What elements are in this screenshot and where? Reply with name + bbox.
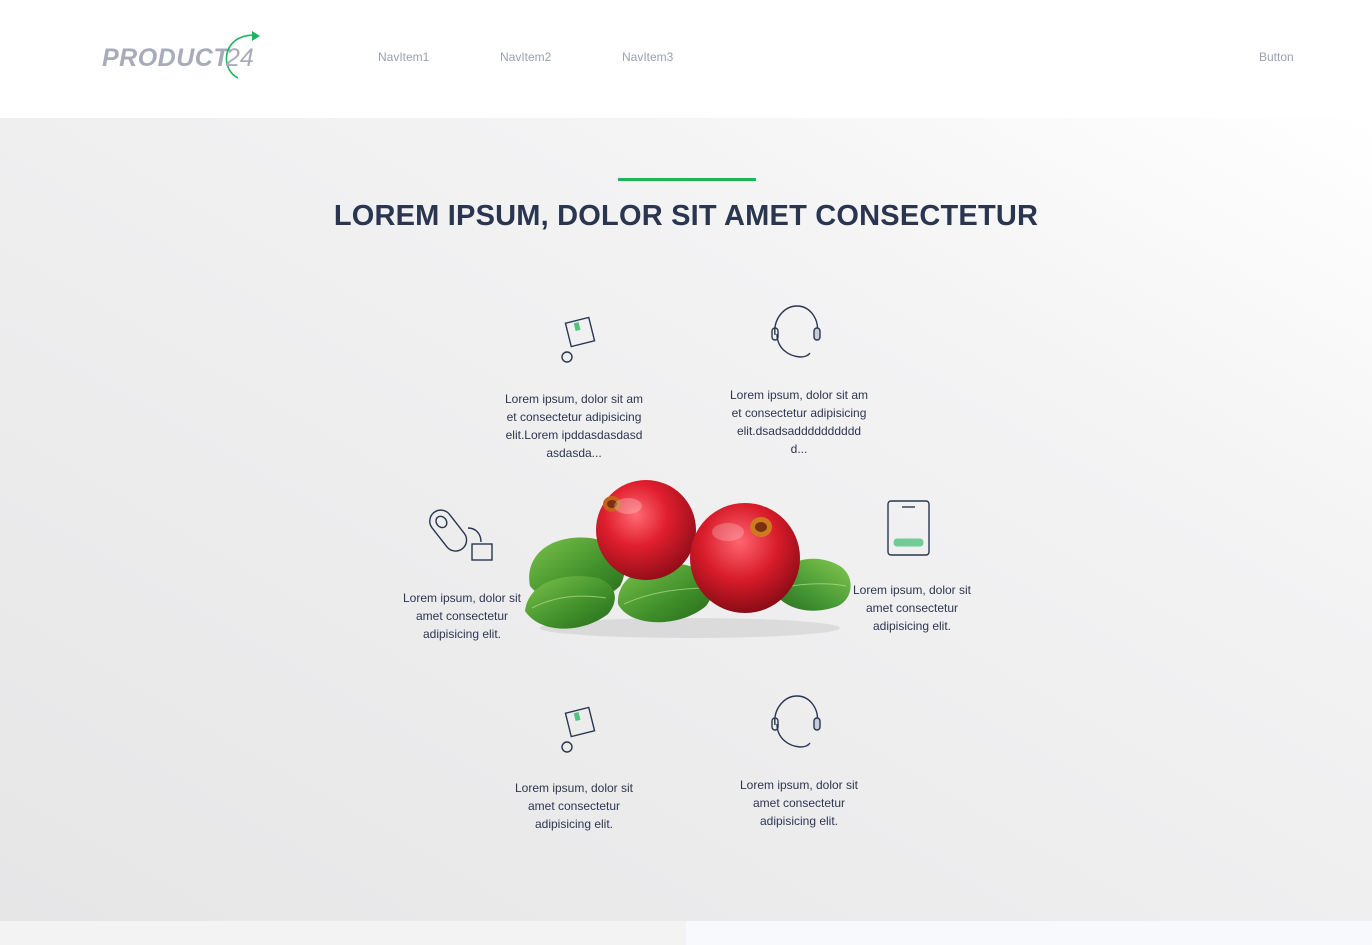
site-header: PRODUCT 24 NavItem1 NavItem2 NavItem3 Bu… — [0, 0, 1372, 118]
nav-item-2[interactable]: NavItem2 — [500, 50, 551, 64]
feature-text: Lorem ipsum, dolor sit amet consectetur … — [729, 388, 869, 456]
feature-text: Lorem ipsum, dolor sit amet consectetur … — [852, 583, 972, 633]
footer-panel-left — [0, 921, 686, 945]
cranberries-image — [525, 480, 851, 638]
hero-section: LOREM IPSUM, DOLOR SIT AMET CONSECTETUR … — [0, 118, 1372, 921]
feature-text: Lorem ipsum, dolor sit amet consectetur … — [402, 591, 522, 641]
nav-item-1[interactable]: NavItem1 — [378, 50, 429, 64]
hero-title: LOREM IPSUM, DOLOR SIT AMET CONSECTETUR — [333, 200, 1039, 232]
header-button[interactable]: Button — [1259, 50, 1294, 64]
title-accent-line — [618, 178, 756, 181]
feature-text: Lorem ipsum, dolor sit amet consectetur … — [514, 781, 634, 831]
headset-icon — [771, 695, 821, 748]
card-reader-icon — [887, 500, 930, 556]
footer-panel-right — [686, 921, 1372, 945]
headset-icon — [771, 305, 821, 358]
feature-text: Lorem ipsum, dolor sit amet consectetur … — [504, 392, 644, 460]
feature-text: Lorem ipsum, dolor sit amet consectetur … — [739, 778, 859, 828]
box-ball-icon — [561, 316, 596, 363]
nav-item-3[interactable]: NavItem3 — [622, 50, 673, 64]
logo-text: PRODUCT — [102, 44, 230, 72]
logo[interactable]: PRODUCT 24 — [100, 30, 270, 82]
logo-number: 24 — [226, 44, 254, 72]
box-ball-icon — [561, 706, 596, 753]
mouse-box-icon — [429, 509, 493, 561]
